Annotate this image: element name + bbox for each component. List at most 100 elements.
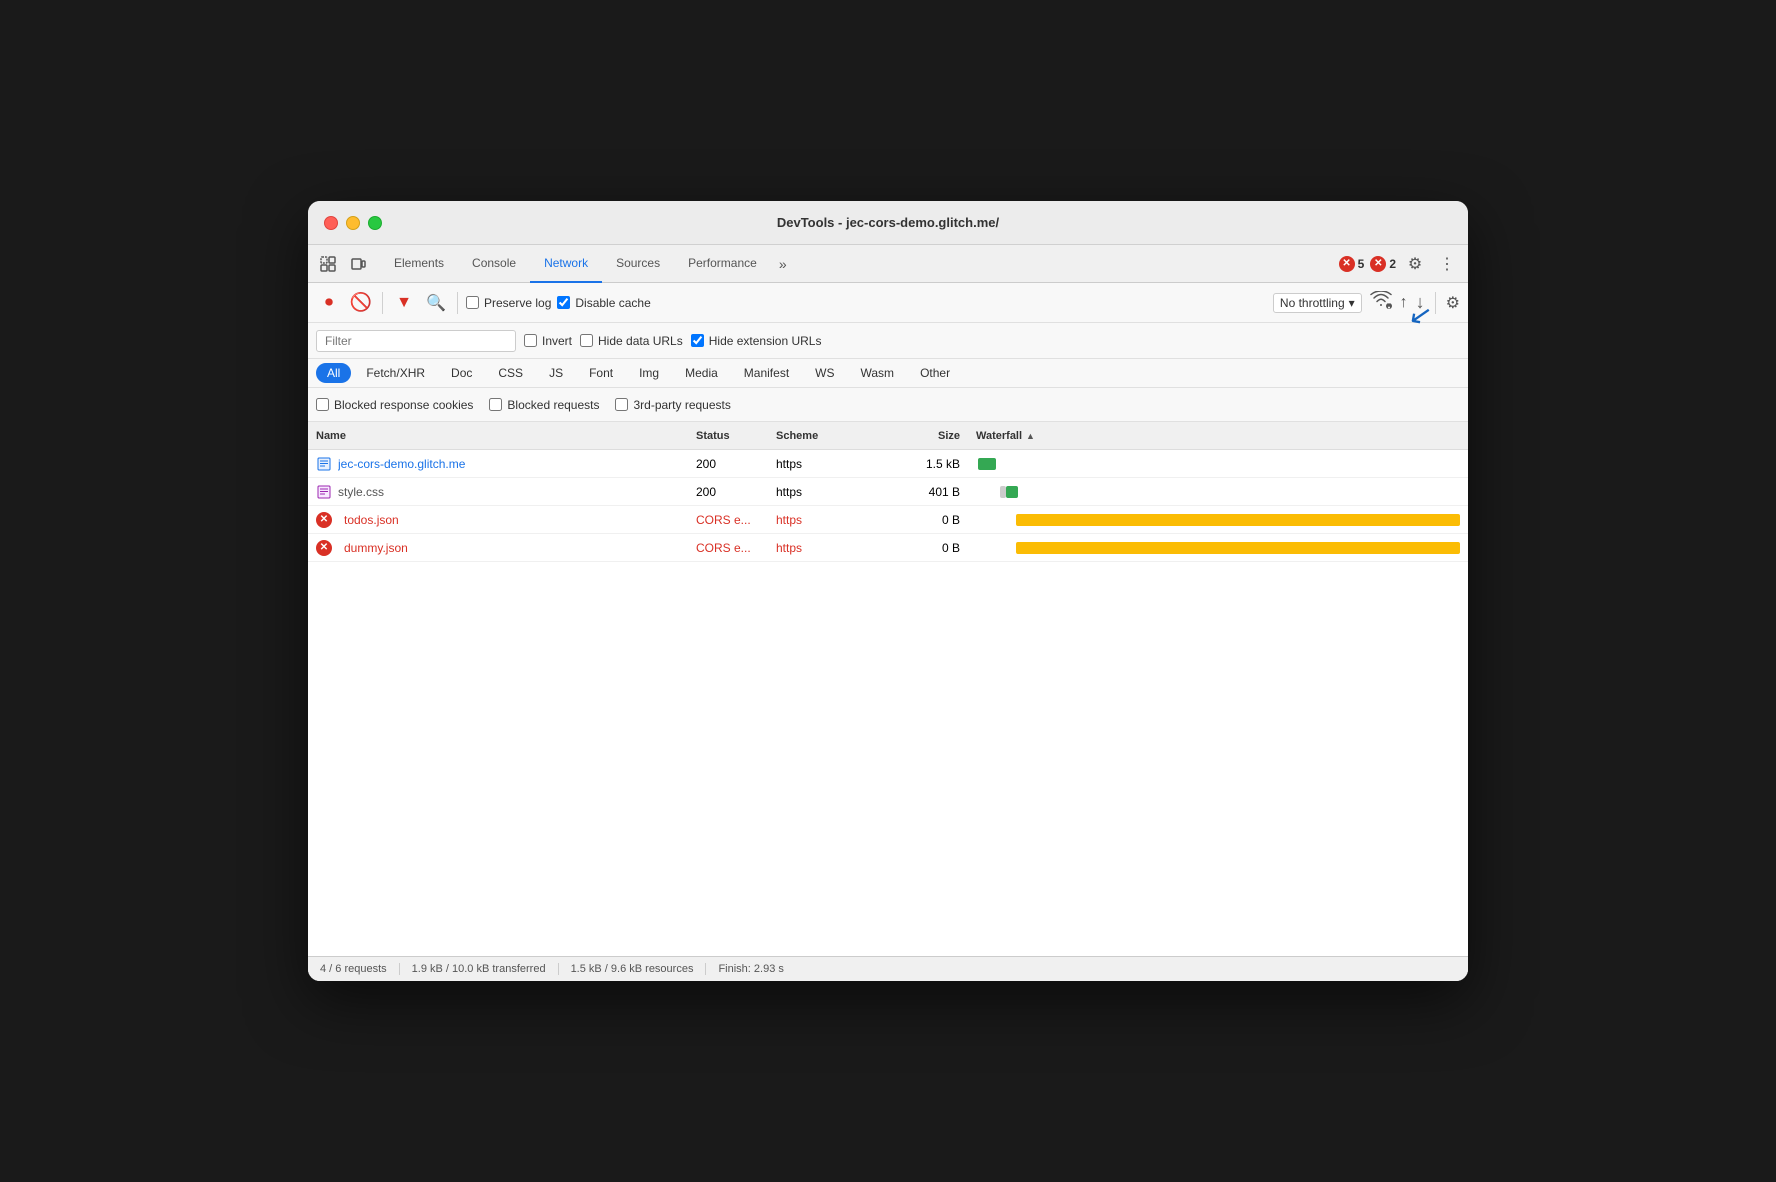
error-icon-1: ✕ [1339, 256, 1355, 272]
search-icon[interactable]: 🔍 [423, 290, 449, 316]
tab-elements[interactable]: Elements [380, 245, 458, 283]
traffic-lights [324, 216, 382, 230]
error-icon-row-4: ✕ [316, 540, 332, 556]
maximize-button[interactable] [368, 216, 382, 230]
download-icon[interactable]: ↓ [1416, 292, 1425, 313]
throttle-select[interactable]: No throttling ▾ [1273, 293, 1362, 313]
toolbar-divider-2 [457, 292, 458, 314]
blocked-cookies-checkbox[interactable] [316, 398, 329, 411]
clear-button[interactable]: 🚫 [348, 290, 374, 316]
status-transferred: 1.9 kB / 10.0 kB transferred [400, 963, 559, 975]
tab-performance[interactable]: Performance [674, 245, 771, 283]
settings-gear-icon[interactable]: ⚙ [1402, 251, 1428, 277]
minimize-button[interactable] [346, 216, 360, 230]
table-row[interactable]: jec-cors-demo.glitch.me 200 https 1.5 kB [308, 450, 1468, 478]
error-badge-1[interactable]: ✕ 5 [1339, 256, 1365, 272]
more-options-icon[interactable]: ⋮ [1434, 251, 1460, 277]
download-button-wrapper: ↓ ↙ [1416, 292, 1425, 313]
preserve-log-checkbox[interactable] [466, 296, 479, 309]
doc-icon [316, 456, 332, 472]
type-filter-media[interactable]: Media [674, 363, 729, 383]
row-name-1: jec-cors-demo.glitch.me [338, 457, 688, 471]
record-stop-button[interactable]: ⏺ [316, 290, 342, 316]
table-row[interactable]: ✕ dummy.json CORS e... https 0 B [308, 534, 1468, 562]
type-filter-font[interactable]: Font [578, 363, 624, 383]
type-filter-other[interactable]: Other [909, 363, 961, 383]
upload-icon[interactable]: ↑ [1400, 294, 1408, 312]
table-row[interactable]: style.css 200 https 401 B [308, 478, 1468, 506]
status-bar: 4 / 6 requests 1.9 kB / 10.0 kB transfer… [308, 956, 1468, 981]
third-party-checkbox[interactable] [615, 398, 628, 411]
network-toolbar: ⏺ 🚫 ▼ 🔍 Preserve log Disable cache No th… [308, 283, 1468, 323]
row-size-2: 401 B [896, 485, 976, 499]
type-filter-ws[interactable]: WS [804, 363, 845, 383]
row-scheme-1: https [776, 457, 896, 471]
row-scheme-4: https [776, 541, 896, 555]
waterfall-bar-3 [1016, 514, 1460, 526]
hide-extension-urls-checkbox[interactable] [691, 334, 704, 347]
blocked-cookies-label[interactable]: Blocked response cookies [316, 398, 473, 412]
inspector-icon[interactable] [316, 252, 340, 276]
device-toolbar-icon[interactable] [346, 252, 370, 276]
type-filter-js[interactable]: JS [538, 363, 574, 383]
table-row[interactable]: ✕ todos.json CORS e... https 0 B [308, 506, 1468, 534]
row-status-3: CORS e... [696, 513, 776, 527]
toolbar-divider-1 [382, 292, 383, 314]
hide-extension-urls-label[interactable]: Hide extension URLs [691, 334, 822, 348]
waterfall-bar-2 [1006, 486, 1018, 498]
row-waterfall-1 [976, 456, 1460, 472]
sort-arrow-icon: ▲ [1026, 431, 1035, 441]
hide-data-urls-label[interactable]: Hide data URLs [580, 334, 683, 348]
status-finish: Finish: 2.93 s [706, 963, 795, 975]
preserve-log-label[interactable]: Preserve log [466, 296, 551, 310]
tab-network[interactable]: Network [530, 245, 602, 283]
tab-sources[interactable]: Sources [602, 245, 674, 283]
type-filter-doc[interactable]: Doc [440, 363, 483, 383]
status-resources: 1.5 kB / 9.6 kB resources [559, 963, 707, 975]
waterfall-bar-4 [1016, 542, 1460, 554]
header-size[interactable]: Size [896, 430, 976, 442]
chevron-down-icon: ▾ [1349, 296, 1355, 310]
disable-cache-label[interactable]: Disable cache [557, 296, 650, 310]
filter-bar: Invert Hide data URLs Hide extension URL… [308, 323, 1468, 359]
title-bar: DevTools - jec-cors-demo.glitch.me/ [308, 201, 1468, 245]
devtools-body: Elements Console Network Sources Perform… [308, 245, 1468, 981]
row-status-2: 200 [696, 485, 776, 499]
blocked-requests-label[interactable]: Blocked requests [489, 398, 599, 412]
filter-icon[interactable]: ▼ [391, 290, 417, 316]
type-filter-wasm[interactable]: Wasm [850, 363, 906, 383]
header-name[interactable]: Name [316, 430, 696, 442]
hide-data-urls-checkbox[interactable] [580, 334, 593, 347]
header-scheme[interactable]: Scheme [776, 430, 896, 442]
wifi-settings-icon[interactable] [1370, 291, 1392, 314]
row-status-1: 200 [696, 457, 776, 471]
third-party-label[interactable]: 3rd-party requests [615, 398, 730, 412]
blocked-bar: Blocked response cookies Blocked request… [308, 388, 1468, 422]
css-icon [316, 484, 332, 500]
type-filter-bar: All Fetch/XHR Doc CSS JS Font Img Media … [308, 359, 1468, 388]
type-filter-css[interactable]: CSS [487, 363, 534, 383]
row-waterfall-2 [976, 484, 1460, 500]
blocked-requests-checkbox[interactable] [489, 398, 502, 411]
type-filter-img[interactable]: Img [628, 363, 670, 383]
filter-input[interactable] [316, 330, 516, 352]
row-scheme-3: https [776, 513, 896, 527]
network-settings-icon[interactable]: ⚙ [1446, 293, 1460, 313]
more-tabs-button[interactable]: » [771, 245, 795, 283]
disable-cache-checkbox[interactable] [557, 296, 570, 309]
error-badge-2[interactable]: ✕ 2 [1370, 256, 1396, 272]
waterfall-bar-1 [978, 458, 996, 470]
header-status[interactable]: Status [696, 430, 776, 442]
error-icon-row-3: ✕ [316, 512, 332, 528]
row-name-4: dummy.json [344, 541, 694, 555]
type-filter-fetchxhr[interactable]: Fetch/XHR [355, 363, 436, 383]
type-filter-all[interactable]: All [316, 363, 351, 383]
header-waterfall[interactable]: Waterfall ▲ [976, 430, 1460, 442]
row-size-4: 0 B [896, 541, 976, 555]
row-size-3: 0 B [896, 513, 976, 527]
close-button[interactable] [324, 216, 338, 230]
invert-label[interactable]: Invert [524, 334, 572, 348]
tab-console[interactable]: Console [458, 245, 530, 283]
type-filter-manifest[interactable]: Manifest [733, 363, 800, 383]
invert-checkbox[interactable] [524, 334, 537, 347]
